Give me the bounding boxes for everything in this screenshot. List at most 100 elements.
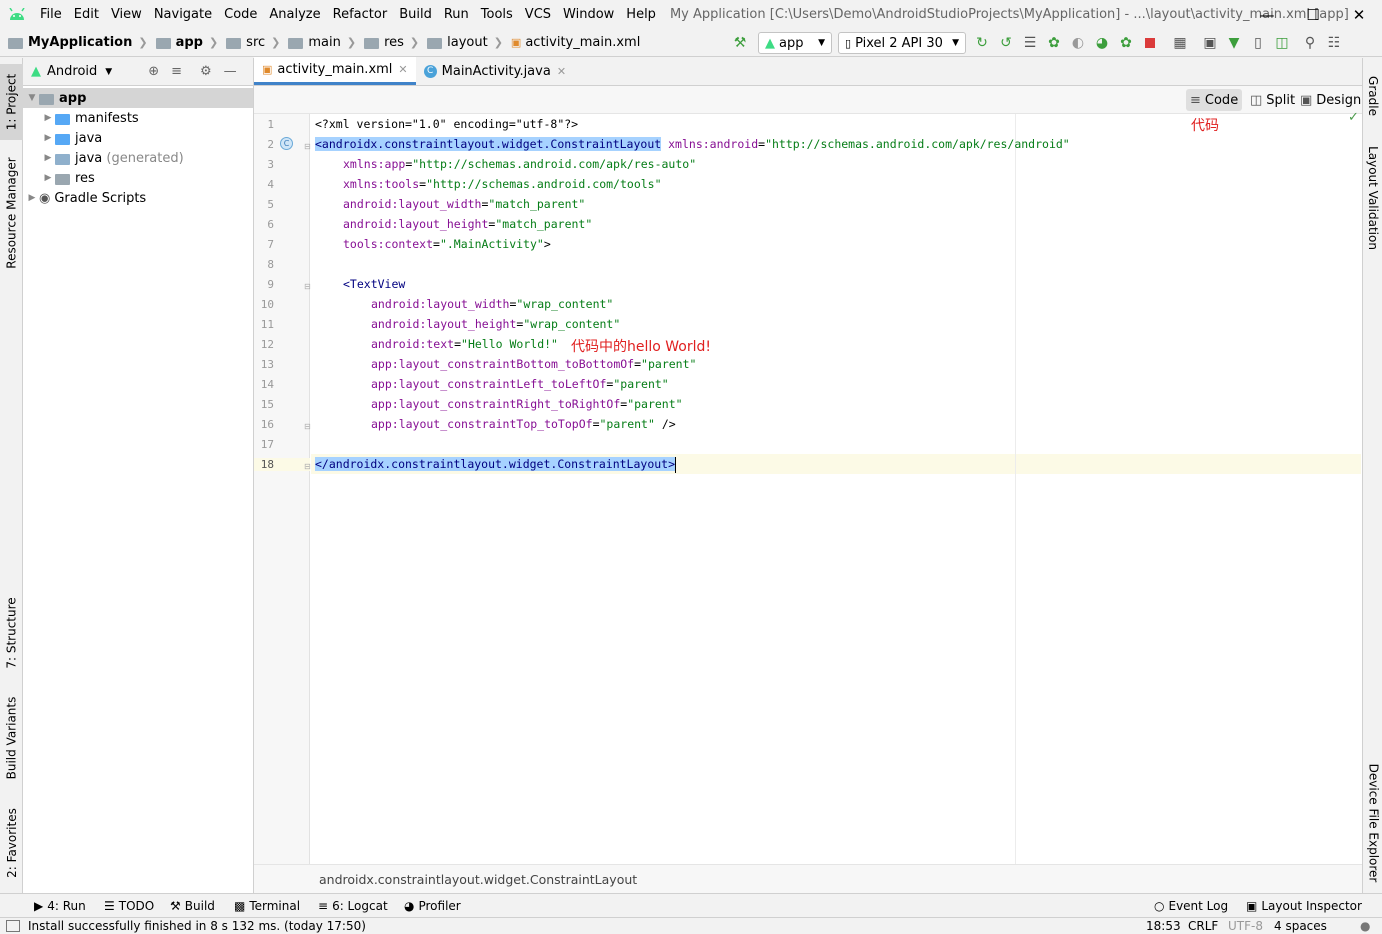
menu-tools[interactable]: Tools xyxy=(475,7,519,22)
expand-arrow-icon[interactable]: ▼ xyxy=(25,93,39,103)
breadcrumb-app[interactable]: app ❯ xyxy=(148,35,218,50)
build-tool-button[interactable]: ⚒ Build xyxy=(170,894,215,918)
menu-build[interactable]: Build xyxy=(393,7,438,22)
fold-icon[interactable]: ⊟ xyxy=(304,422,311,431)
event-log-button[interactable]: ○ Event Log xyxy=(1154,894,1228,918)
tree-item-gradle-scripts[interactable]: ▶ ◉ Gradle Scripts xyxy=(23,188,253,208)
breadcrumb-file[interactable]: ▣ activity_main.xml xyxy=(503,35,640,50)
editor-tabs: ▣ activity_main.xml ✕ C MainActivity.java… xyxy=(254,57,1362,86)
inspection-ok-icon[interactable]: ✓ xyxy=(1348,110,1359,125)
design-view-button[interactable]: ▣ Design xyxy=(1296,89,1365,111)
tree-item-app[interactable]: ▼ app xyxy=(23,88,253,108)
tab-project[interactable]: 1: Project xyxy=(0,64,23,140)
run-config-select[interactable]: ▲ app ▼ xyxy=(758,32,832,54)
emulator-icon[interactable]: ◫ xyxy=(1270,31,1294,55)
breadcrumb-project[interactable]: MyApplication ❯ xyxy=(0,35,148,50)
tab-build-variants[interactable]: Build Variants xyxy=(0,688,23,788)
collapse-all-icon[interactable]: ≡ xyxy=(171,64,182,79)
gear-icon[interactable]: ⚙ xyxy=(200,64,212,79)
run-tool-button[interactable]: ▶ 4: Run xyxy=(34,894,86,918)
menu-file[interactable]: File xyxy=(34,7,68,22)
collapse-arrow-icon[interactable]: ▶ xyxy=(25,193,39,203)
tab-gradle[interactable]: Gradle xyxy=(1363,66,1382,126)
menu-run[interactable]: Run xyxy=(438,7,475,22)
terminal-tool-button[interactable]: ▩ Terminal xyxy=(234,894,300,918)
minimize-button[interactable]: — xyxy=(1244,0,1290,29)
indent-setting[interactable]: 4 spaces xyxy=(1274,918,1327,934)
menu-window[interactable]: Window xyxy=(557,7,620,22)
search-icon[interactable]: ⚲ xyxy=(1298,31,1322,55)
apply-code-changes-icon[interactable]: ↺ xyxy=(994,31,1018,55)
collapse-arrow-icon[interactable]: ▶ xyxy=(41,153,55,163)
chevron-down-icon[interactable]: ▼ xyxy=(105,67,112,77)
layout-inspector-button[interactable]: ▣ Layout Inspector xyxy=(1246,894,1362,918)
breadcrumb-res[interactable]: res ❯ xyxy=(356,35,419,50)
tree-item-manifests[interactable]: ▶ manifests xyxy=(23,108,253,128)
xml-tag-breadcrumb[interactable]: androidx.constraintlayout.widget.Constra… xyxy=(254,864,1362,893)
tab-resource-manager[interactable]: Resource Manager xyxy=(0,148,23,278)
maximize-button[interactable]: ☐ xyxy=(1290,0,1336,29)
collapse-arrow-icon[interactable]: ▶ xyxy=(41,173,55,183)
breadcrumb-src[interactable]: src ❯ xyxy=(218,35,280,50)
apply-changes-restart-icon[interactable]: ↻ xyxy=(970,31,994,55)
tab-main-activity-java[interactable]: C MainActivity.java ✕ xyxy=(416,57,574,85)
hide-tool-windows-icon[interactable] xyxy=(6,920,20,932)
collapse-arrow-icon[interactable]: ▶ xyxy=(41,113,55,123)
debug-icon[interactable]: ✿ xyxy=(1042,31,1066,55)
menu-navigate[interactable]: Navigate xyxy=(148,7,218,22)
menu-view[interactable]: View xyxy=(105,7,148,22)
menu-vcs[interactable]: VCS xyxy=(519,7,557,22)
tab-favorites[interactable]: 2: Favorites xyxy=(0,798,23,888)
code-editor[interactable]: <?xml version="1.0" encoding="utf-8"?> <… xyxy=(311,110,1361,864)
fold-icon[interactable]: ⊟ xyxy=(304,462,311,471)
code-view-button[interactable]: ≡ Code xyxy=(1186,89,1243,111)
code-line-10: android:layout_width="wrap_content" xyxy=(371,297,614,311)
profiler-tool-button[interactable]: ◕ Profiler xyxy=(404,894,461,918)
collapse-arrow-icon[interactable]: ▶ xyxy=(41,133,55,143)
tree-item-java[interactable]: ▶ java xyxy=(23,128,253,148)
settings-sync-icon[interactable]: ☷ xyxy=(1322,31,1346,55)
tab-structure[interactable]: 7: Structure xyxy=(0,588,23,678)
breadcrumb-layout[interactable]: layout ❯ xyxy=(419,35,503,50)
todo-tool-button[interactable]: ☰ TODO xyxy=(104,894,154,918)
menu-analyze[interactable]: Analyze xyxy=(263,7,326,22)
breadcrumb-main[interactable]: main ❯ xyxy=(280,35,356,50)
lock-icon[interactable]: ● xyxy=(1360,918,1370,934)
device-select[interactable]: ▯ Pixel 2 API 30 ▼ xyxy=(838,32,966,54)
tree-item-java-generated[interactable]: ▶ java (generated) xyxy=(23,148,253,168)
hide-panel-icon[interactable]: — xyxy=(224,64,237,79)
file-encoding[interactable]: UTF-8 xyxy=(1228,918,1263,934)
fold-icon[interactable]: ⊟ xyxy=(304,142,311,151)
tree-item-res[interactable]: ▶ res xyxy=(23,168,253,188)
close-window-button[interactable]: ✕ xyxy=(1336,0,1382,29)
project-view-select[interactable]: Android xyxy=(47,64,97,79)
menu-help[interactable]: Help xyxy=(620,7,662,22)
menu-code[interactable]: Code xyxy=(218,7,263,22)
tab-device-file-explorer[interactable]: Device File Explorer xyxy=(1363,758,1382,888)
line-separator[interactable]: CRLF xyxy=(1188,918,1218,934)
folder-icon xyxy=(364,38,380,49)
make-project-icon[interactable]: ⚒ xyxy=(728,31,752,55)
stop-icon[interactable] xyxy=(1138,31,1162,55)
tab-activity-main-xml[interactable]: ▣ activity_main.xml ✕ xyxy=(254,57,416,85)
split-view-button[interactable]: ◫ Split xyxy=(1246,89,1299,111)
avd-manager-icon[interactable]: ▣ xyxy=(1198,31,1222,55)
fold-icon[interactable]: ⊟ xyxy=(304,282,311,291)
class-gutter-icon[interactable]: C xyxy=(280,137,293,150)
close-tab-icon[interactable]: ✕ xyxy=(557,65,566,78)
device-manager-icon[interactable]: ▯ xyxy=(1246,31,1270,55)
caret-position[interactable]: 18:53 xyxy=(1146,918,1181,934)
menu-edit[interactable]: Edit xyxy=(68,7,105,22)
logcat-tool-button[interactable]: ≡ 6: Logcat xyxy=(318,894,388,918)
coverage-icon[interactable]: ◐ xyxy=(1066,31,1090,55)
menu-refactor[interactable]: Refactor xyxy=(327,7,394,22)
tab-layout-validation[interactable]: Layout Validation xyxy=(1363,138,1382,258)
close-tab-icon[interactable]: ✕ xyxy=(398,63,407,76)
rerun-icon[interactable]: ☰ xyxy=(1018,31,1042,55)
sdk-manager-icon[interactable]: ▼ xyxy=(1222,31,1246,55)
status-message[interactable]: Install successfully finished in 8 s 132… xyxy=(28,918,366,934)
sync-project-icon[interactable]: ▦ xyxy=(1168,31,1192,55)
profile-icon[interactable]: ◕ xyxy=(1090,31,1114,55)
attach-debugger-icon[interactable]: ✿ xyxy=(1114,31,1138,55)
locate-icon[interactable]: ⊕ xyxy=(148,64,159,79)
